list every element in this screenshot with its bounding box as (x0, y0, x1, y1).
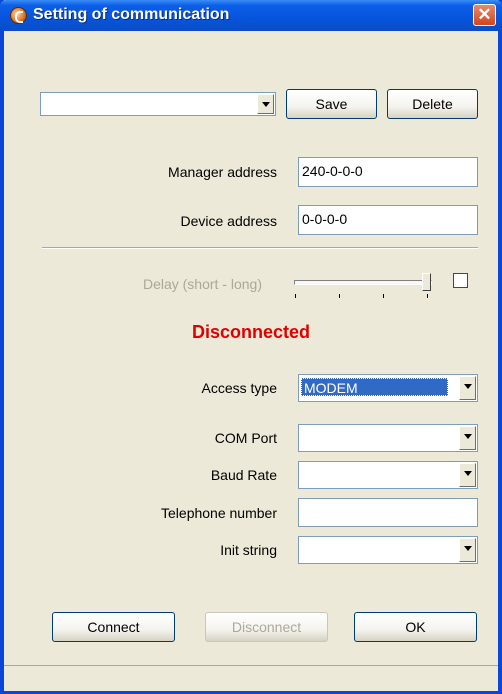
com-port-select[interactable] (298, 424, 478, 452)
title-bar[interactable]: Setting of communication ✕ (0, 0, 502, 31)
telephone-number-field[interactable] (298, 498, 478, 527)
telephone-number-label: Telephone number (161, 505, 277, 521)
connect-button[interactable]: Connect (52, 612, 175, 642)
com-port-label: COM Port (214, 430, 277, 446)
chevron-down-icon[interactable] (459, 376, 476, 400)
slider-tick (295, 294, 296, 298)
save-button[interactable]: Save (286, 89, 377, 119)
profile-select[interactable] (40, 92, 276, 116)
delete-button[interactable]: Delete (387, 89, 478, 119)
delay-checkbox[interactable] (453, 273, 468, 288)
delay-slider-track (294, 280, 432, 285)
chevron-down-icon[interactable] (459, 538, 476, 562)
communication-settings-dialog: Setting of communication ✕ Save Delete M… (0, 0, 502, 694)
init-string-select[interactable] (298, 536, 478, 564)
connection-status: Disconnected (191, 322, 311, 342)
manager-address-label: Manager address (168, 164, 277, 180)
access-type-label: Access type (201, 380, 277, 396)
device-address-field[interactable]: 0-0-0-0 (298, 205, 478, 235)
slider-tick (383, 294, 384, 298)
init-string-label: Init string (220, 542, 277, 558)
ok-button[interactable]: OK (354, 612, 477, 642)
slider-tick (339, 294, 340, 298)
chevron-down-icon[interactable] (459, 426, 476, 450)
baud-rate-label: Baud Rate (210, 467, 277, 483)
close-icon[interactable]: ✕ (473, 4, 496, 26)
com-port-value (301, 427, 305, 445)
app-logo-icon (10, 7, 27, 24)
delay-slider[interactable] (294, 272, 434, 300)
disconnect-button: Disconnect (205, 612, 328, 642)
slider-tick (427, 294, 428, 298)
init-string-value (301, 539, 305, 557)
manager-address-field[interactable]: 240-0-0-0 (298, 157, 478, 187)
chevron-down-icon[interactable] (459, 463, 476, 487)
status-bar (4, 665, 498, 691)
profile-select-value (43, 95, 47, 113)
separator (42, 247, 478, 249)
baud-rate-value (301, 464, 305, 482)
device-address-label: Device address (180, 213, 278, 229)
window-title: Setting of communication (33, 6, 230, 23)
delay-label: Delay (short - long) (142, 276, 262, 292)
baud-rate-select[interactable] (298, 461, 478, 489)
access-type-value: MODEM (301, 378, 448, 396)
access-type-select[interactable]: MODEM (298, 374, 478, 402)
chevron-down-icon[interactable] (257, 94, 274, 114)
delay-slider-thumb[interactable] (422, 273, 431, 291)
